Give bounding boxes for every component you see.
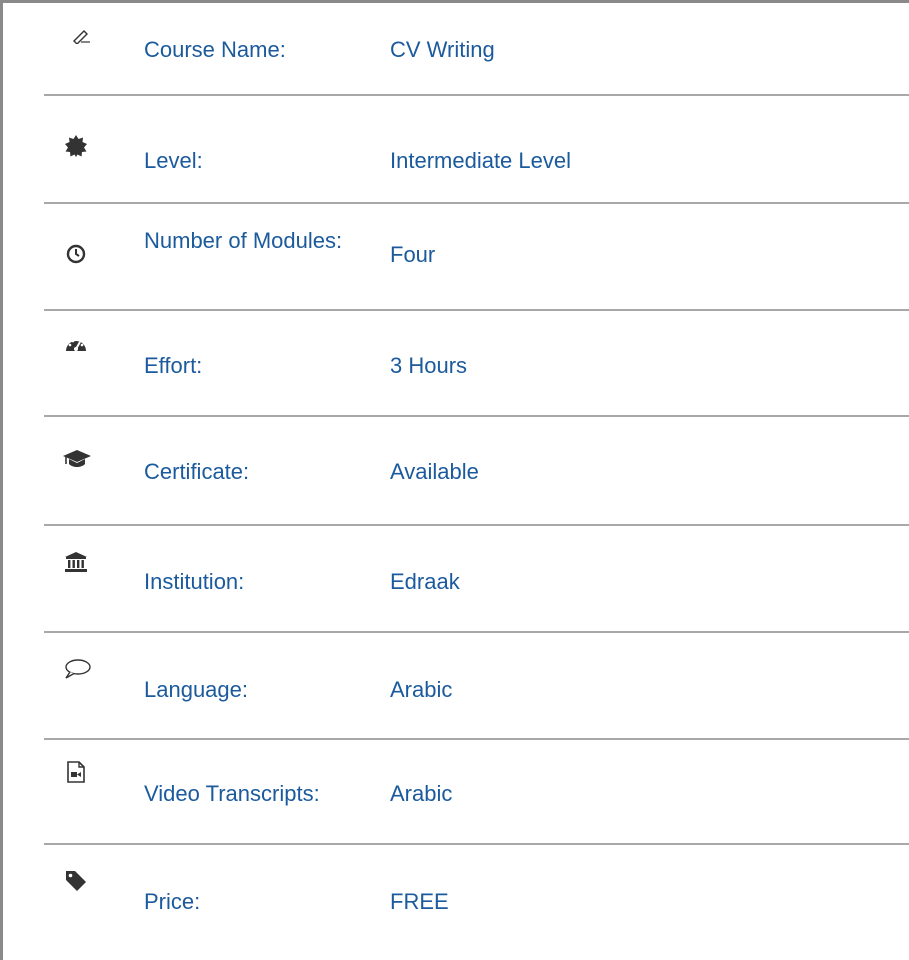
institution-icon	[64, 550, 88, 574]
certificate-value: Available	[390, 459, 479, 484]
dashboard-icon	[64, 333, 88, 357]
transcripts-row: Video Transcripts: Arabic	[44, 740, 909, 845]
modules-value: Four	[390, 242, 436, 267]
modules-row: Number of Modules: Four	[44, 204, 909, 311]
modules-label: Number of Modules:	[144, 228, 343, 253]
institution-row: Institution: Edraak	[44, 526, 909, 633]
price-label: Price:	[144, 889, 201, 914]
course-name-value: CV Writing	[390, 37, 495, 62]
course-name-row: Course Name: CV Writing	[44, 0, 909, 96]
institution-label: Institution:	[144, 569, 245, 594]
language-value: Arabic	[390, 677, 453, 702]
speech-bubble-icon	[62, 657, 92, 681]
level-value: Intermediate Level	[390, 148, 571, 173]
pen-icon	[70, 24, 94, 48]
transcripts-value: Arabic	[390, 781, 453, 806]
effort-row: Effort: 3 Hours	[44, 311, 909, 417]
level-row: Level: Intermediate Level	[44, 96, 909, 204]
language-row: Language: Arabic	[44, 633, 909, 740]
level-label: Level:	[144, 148, 203, 173]
graduation-cap-icon	[62, 447, 92, 471]
price-value: FREE	[390, 889, 449, 914]
clock-icon	[64, 242, 88, 266]
certificate-row: Certificate: Available	[44, 417, 909, 526]
language-label: Language:	[144, 677, 248, 702]
course-name-label: Course Name:	[144, 37, 286, 62]
video-file-icon	[64, 760, 88, 784]
effort-label: Effort:	[144, 353, 203, 378]
course-info-table: Course Name: CV Writing Level: Intermedi…	[44, 0, 909, 950]
effort-value: 3 Hours	[390, 353, 468, 378]
certificate-label: Certificate:	[144, 459, 250, 484]
tag-icon	[64, 869, 88, 893]
badge-icon	[64, 134, 88, 158]
price-row: Price: FREE	[44, 845, 909, 950]
institution-value: Edraak	[390, 569, 460, 594]
transcripts-label: Video Transcripts:	[144, 781, 320, 806]
